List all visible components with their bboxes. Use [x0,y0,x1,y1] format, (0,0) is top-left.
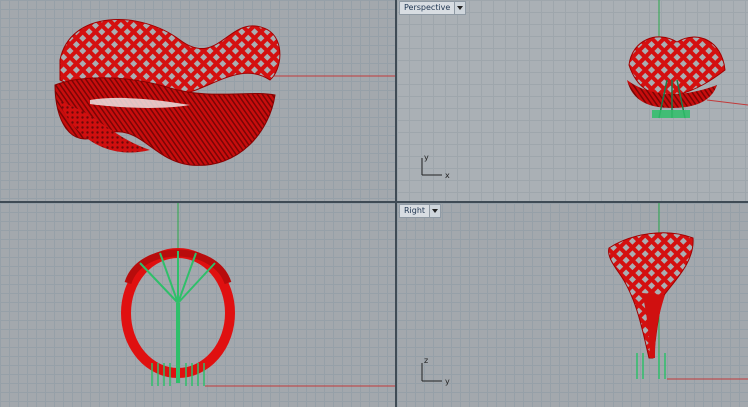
viewport-grid: Perspective y x Right z y [0,0,748,407]
ring-model-top [54,19,281,166]
ring-model-front [121,248,235,386]
axis-letter-x: x [445,171,450,180]
axis-gizmo: z y [421,356,450,386]
axis-gizmo: y x [421,153,450,180]
viewport-front[interactable] [0,203,397,407]
viewport-perspective-canvas: y x [421,0,748,180]
axis-letter-y: y [424,153,429,162]
viewport-right-canvas: z y [421,203,748,386]
viewport-top[interactable] [0,0,397,203]
ring-model-right [608,232,694,379]
viewport-perspective[interactable]: Perspective y x [397,0,748,203]
viewport-right[interactable]: Right z y [397,203,748,407]
x-axis-line [706,99,748,106]
ring-model-perspective [627,36,726,119]
viewport-top-canvas [54,19,395,166]
axis-letter-y: y [445,377,450,386]
viewport-front-canvas [121,203,395,387]
axis-letter-z: z [424,356,428,365]
